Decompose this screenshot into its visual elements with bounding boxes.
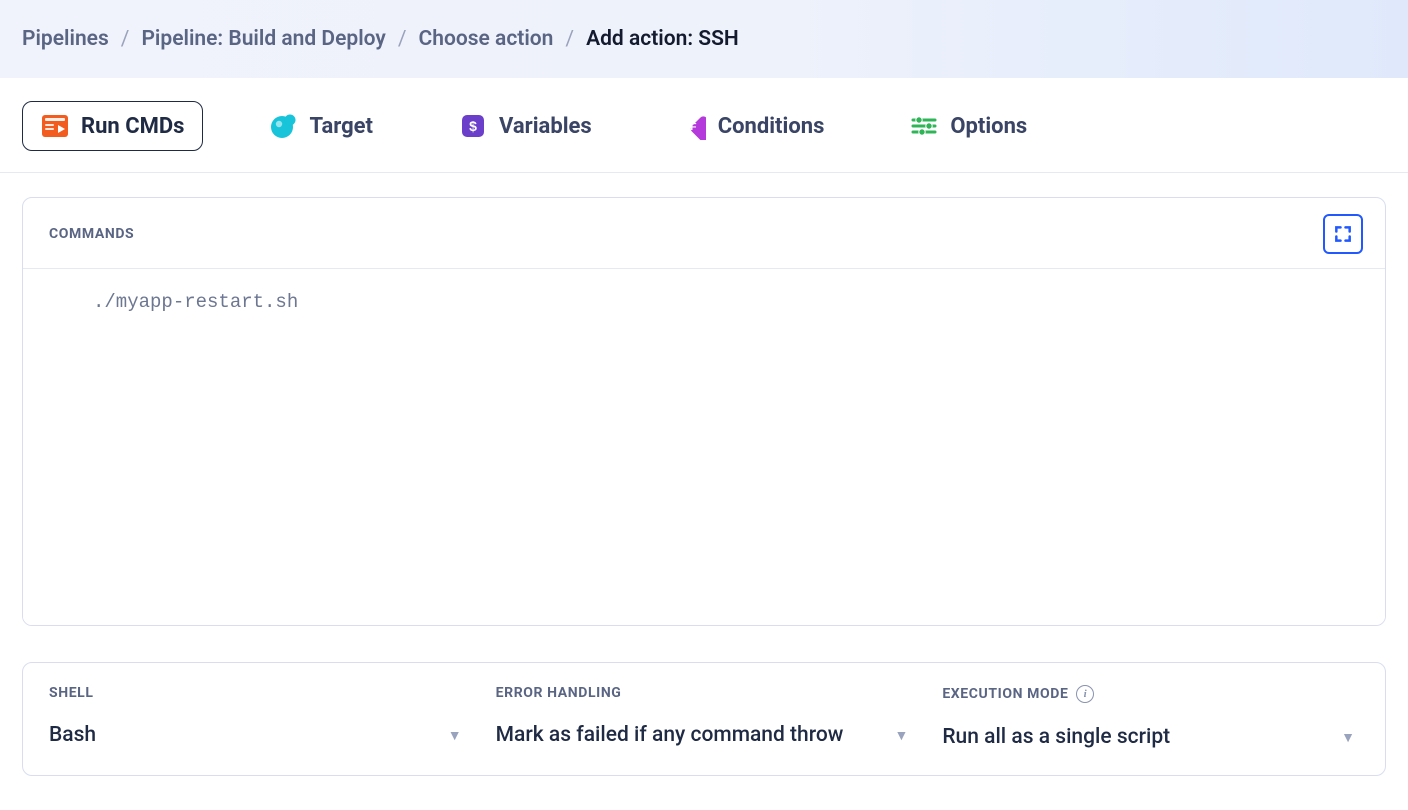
svg-text:IF: IF: [687, 122, 696, 133]
field-execution-mode: EXECUTION MODE i Run all as a single scr…: [942, 685, 1359, 749]
conditions-icon: IF: [678, 112, 706, 140]
error-label: ERROR HANDLING: [496, 685, 913, 701]
commands-title: COMMANDS: [49, 226, 134, 242]
tab-run-cmds[interactable]: Run CMDs: [22, 101, 203, 151]
error-handling-select[interactable]: Mark as failed if any command throw ▼: [496, 723, 913, 747]
tab-label: Target: [309, 114, 373, 139]
breadcrumb-separator: /: [398, 27, 407, 51]
chevron-down-icon: ▼: [448, 727, 462, 744]
breadcrumb: Pipelines / Pipeline: Build and Deploy /…: [0, 0, 1408, 78]
tab-label: Conditions: [718, 114, 825, 139]
run-cmds-icon: [41, 112, 69, 140]
tab-options[interactable]: Options: [890, 100, 1047, 152]
breadcrumb-item-pipelines[interactable]: Pipelines: [22, 27, 109, 51]
tab-label: Run CMDs: [81, 114, 184, 139]
options-icon: [910, 112, 938, 140]
error-value: Mark as failed if any command throw: [496, 723, 844, 747]
tab-label: Options: [950, 114, 1027, 139]
execution-mode-value: Run all as a single script: [942, 725, 1170, 749]
tabs: Run CMDs Target $ Variables: [0, 78, 1408, 172]
breadcrumb-item-current: Add action: SSH: [586, 27, 739, 51]
expand-button[interactable]: [1323, 214, 1363, 254]
shell-label: SHELL: [49, 685, 466, 701]
commands-editor[interactable]: ./myapp-restart.sh: [73, 269, 1385, 625]
breadcrumb-item-pipeline[interactable]: Pipeline: Build and Deploy: [141, 27, 385, 51]
execution-mode-label: EXECUTION MODE: [942, 686, 1068, 702]
execution-mode-select[interactable]: Run all as a single script ▼: [942, 725, 1359, 749]
variables-icon: $: [459, 112, 487, 140]
code-gutter: [23, 269, 73, 625]
tab-target[interactable]: Target: [249, 100, 393, 152]
breadcrumb-separator: /: [121, 27, 130, 51]
breadcrumb-separator: /: [565, 27, 574, 51]
settings-card: SHELL Bash ▼ ERROR HANDLING Mark as fail…: [22, 662, 1386, 776]
tab-label: Variables: [499, 114, 592, 139]
expand-icon: [1333, 224, 1353, 244]
info-icon[interactable]: i: [1076, 685, 1094, 703]
tab-variables[interactable]: $ Variables: [439, 100, 612, 152]
breadcrumb-item-choose-action[interactable]: Choose action: [419, 27, 554, 51]
field-shell: SHELL Bash ▼: [49, 685, 466, 749]
target-icon: [269, 112, 297, 140]
svg-text:$: $: [469, 118, 477, 134]
tab-conditions[interactable]: IF Conditions: [658, 100, 845, 152]
chevron-down-icon: ▼: [1341, 729, 1355, 746]
field-error-handling: ERROR HANDLING Mark as failed if any com…: [496, 685, 913, 749]
shell-value: Bash: [49, 723, 96, 747]
chevron-down-icon: ▼: [894, 727, 908, 744]
commands-card: COMMANDS ./myapp-restart.sh: [22, 197, 1386, 626]
shell-select[interactable]: Bash ▼: [49, 723, 466, 747]
